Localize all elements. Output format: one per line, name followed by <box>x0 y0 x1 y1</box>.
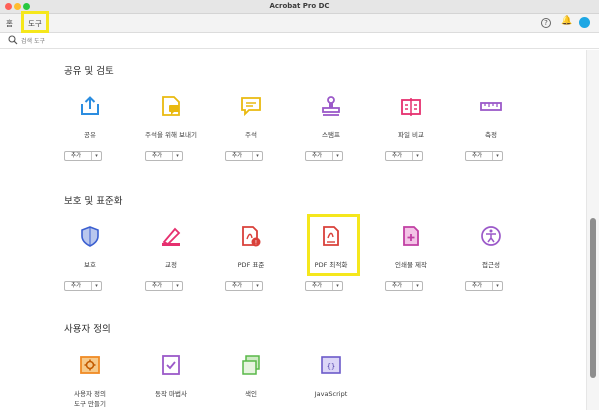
comment-icon <box>241 97 261 117</box>
svg-text:!: ! <box>255 240 257 247</box>
tool-label: 공유 <box>84 131 96 139</box>
add-button[interactable]: 추가 ▾ <box>385 281 423 291</box>
section-title-protect-standardize: 보호 및 표준화 <box>64 196 123 207</box>
tool-label: 접근성 <box>482 261 500 269</box>
add-button[interactable]: 추가 ▾ <box>64 281 102 291</box>
add-button-label: 추가 <box>232 283 243 289</box>
tool-label: 파일 비교 <box>398 131 424 139</box>
add-button-label: 추가 <box>152 153 163 159</box>
add-button[interactable]: 추가 ▾ <box>465 151 503 161</box>
tool-label: 동작 마법사 <box>155 390 187 398</box>
chevron-down-icon[interactable]: ▾ <box>252 152 262 160</box>
add-button[interactable]: 추가 ▾ <box>64 151 102 161</box>
add-button-label: 추가 <box>392 153 403 159</box>
help-icon[interactable]: ? <box>541 18 551 28</box>
tab-bar: 홈 도구 ? 🔔 <box>0 14 599 33</box>
chevron-down-icon[interactable]: ▾ <box>492 282 502 290</box>
tools-tab-highlight <box>21 11 49 33</box>
avatar[interactable] <box>579 17 590 28</box>
tool-label: 교정 <box>165 261 177 269</box>
scroll-thumb[interactable] <box>590 218 596 378</box>
add-button-label: 추가 <box>312 153 323 159</box>
chevron-down-icon[interactable]: ▾ <box>332 152 342 160</box>
tool-label: 주석 <box>245 131 257 139</box>
tools-content: 공유 및 검토 공유 추가 ▾ 주석을 위해 보내기 추가 ▾ 주석 추가 ▾ <box>0 50 586 410</box>
create-custom-tool-icon <box>80 356 100 374</box>
tool-label: JavaScript <box>314 390 348 398</box>
window-title: Acrobat Pro DC <box>269 2 330 10</box>
tool-label: 스탬프 <box>322 131 340 139</box>
add-button-label: 추가 <box>472 283 483 289</box>
add-button-label: 추가 <box>312 283 323 289</box>
redact-icon <box>162 227 181 246</box>
stamp-icon <box>322 96 340 116</box>
add-button-label: 추가 <box>392 283 403 289</box>
add-button[interactable]: 추가 ▾ <box>225 281 263 291</box>
chevron-down-icon[interactable]: ▾ <box>172 282 182 290</box>
chevron-down-icon[interactable]: ▾ <box>412 152 422 160</box>
svg-text:{}: {} <box>327 363 335 371</box>
add-button[interactable]: 추가 ▾ <box>385 151 423 161</box>
search-input[interactable] <box>21 36 171 46</box>
add-button[interactable]: 추가 ▾ <box>305 151 343 161</box>
tool-label: 사용자 정의 도구 만들기 <box>74 390 106 408</box>
add-button-label: 추가 <box>71 283 82 289</box>
section-title-customize: 사용자 정의 <box>64 324 111 335</box>
add-button-label: 추가 <box>232 153 243 159</box>
send-for-comments-icon <box>162 96 180 116</box>
chevron-down-icon[interactable]: ▾ <box>332 282 342 290</box>
tool-label: 인쇄물 제작 <box>395 261 427 269</box>
tool-label: 주석을 위해 보내기 <box>145 131 197 139</box>
bell-icon[interactable]: 🔔 <box>561 16 572 26</box>
add-button[interactable]: 추가 ▾ <box>305 281 343 291</box>
add-button[interactable]: 추가 ▾ <box>465 281 503 291</box>
add-button[interactable]: 추가 ▾ <box>145 151 183 161</box>
add-button-label: 추가 <box>152 283 163 289</box>
chevron-down-icon[interactable]: ▾ <box>172 152 182 160</box>
measure-icon <box>480 102 502 111</box>
tool-label: PDF 표준 <box>237 261 265 269</box>
chevron-down-icon[interactable]: ▾ <box>91 152 101 160</box>
action-wizard-icon <box>162 355 180 375</box>
tool-label: 색인 <box>245 390 257 398</box>
add-button-label: 추가 <box>472 153 483 159</box>
tool-label: 측정 <box>485 131 497 139</box>
add-button[interactable]: 추가 ▾ <box>225 151 263 161</box>
add-button-label: 추가 <box>71 153 82 159</box>
chevron-down-icon[interactable]: ▾ <box>412 282 422 290</box>
print-production-icon <box>403 226 419 246</box>
chevron-down-icon[interactable]: ▾ <box>252 282 262 290</box>
vertical-scrollbar[interactable] <box>586 50 599 410</box>
javascript-icon: {} <box>321 356 341 374</box>
index-icon <box>242 355 260 375</box>
add-button[interactable]: 추가 ▾ <box>145 281 183 291</box>
chevron-down-icon[interactable]: ▾ <box>91 282 101 290</box>
accessibility-icon <box>481 226 501 246</box>
section-title-share-review: 공유 및 검토 <box>64 66 114 77</box>
protect-icon <box>81 226 99 247</box>
chevron-down-icon[interactable]: ▾ <box>492 152 502 160</box>
share-icon <box>81 96 99 115</box>
tab-home[interactable]: 홈 <box>6 18 13 29</box>
title-bar: Acrobat Pro DC <box>0 0 599 14</box>
tool-label: 보호 <box>84 261 96 269</box>
search-bar <box>0 33 599 49</box>
optimize-pdf-highlight <box>307 214 360 276</box>
compare-files-icon <box>401 98 421 116</box>
pdf-standards-icon: ! <box>242 226 261 247</box>
search-icon <box>8 35 18 45</box>
